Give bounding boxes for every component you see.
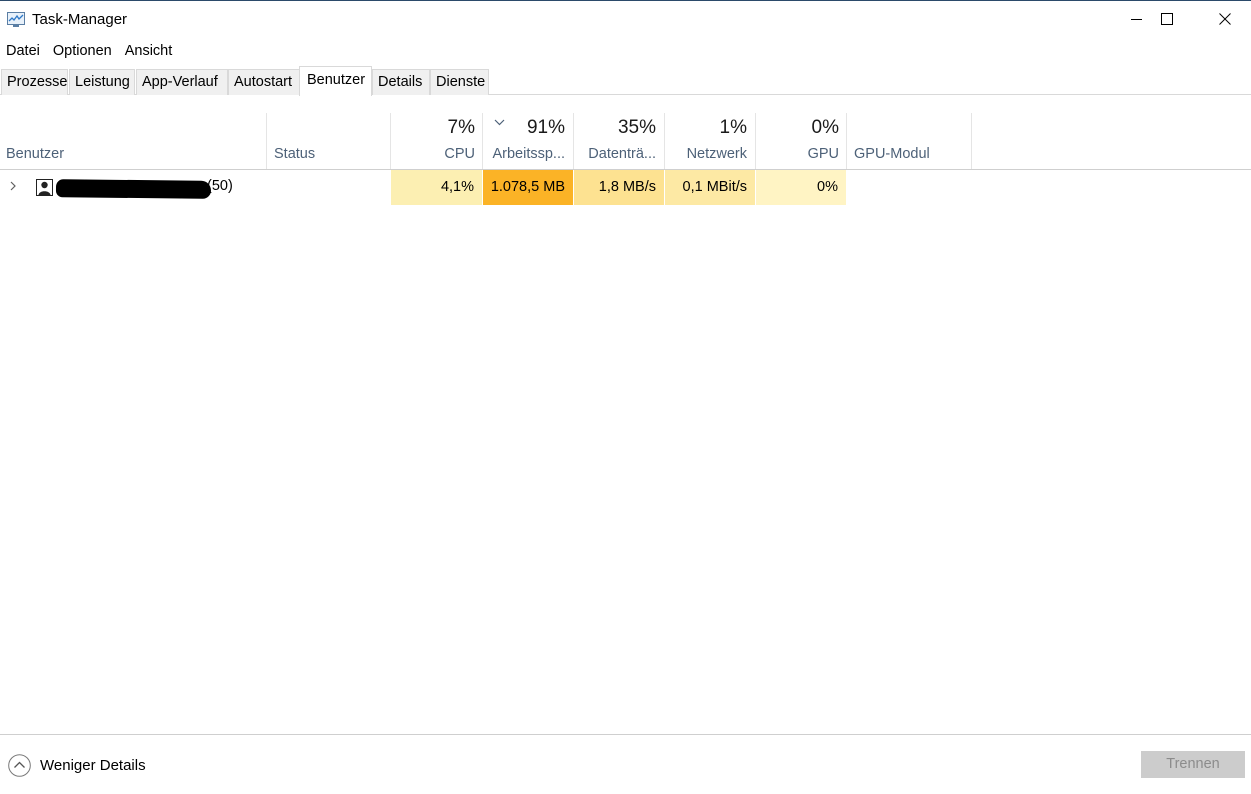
cell-memory: 1.078,5 MB xyxy=(483,170,573,205)
column-separator[interactable] xyxy=(266,113,267,169)
header-cpu[interactable]: CPU xyxy=(444,146,475,162)
menu-bar: Datei Optionen Ansicht xyxy=(0,39,1251,63)
tab-details[interactable]: Details xyxy=(372,69,430,95)
menu-ansicht[interactable]: Ansicht xyxy=(119,39,180,63)
tab-dienste[interactable]: Dienste xyxy=(430,69,489,95)
maximize-icon xyxy=(1161,13,1173,25)
column-separator[interactable] xyxy=(390,113,391,169)
header-memory-percent[interactable]: 91% xyxy=(527,117,565,139)
tab-app-verlauf[interactable]: App-Verlauf xyxy=(136,69,228,95)
task-manager-window: Task-Manager Datei Optionen Ansicht Proz… xyxy=(0,0,1251,794)
cell-disk: 1,8 MB/s xyxy=(574,170,664,205)
window-title: Task-Manager xyxy=(32,11,128,28)
header-memory[interactable]: Arbeitssp... xyxy=(492,146,565,162)
collapse-details-icon[interactable] xyxy=(8,754,31,777)
header-gpu[interactable]: GPU xyxy=(808,146,839,162)
disconnect-button[interactable]: Trennen xyxy=(1141,751,1245,778)
close-icon xyxy=(1219,13,1231,25)
task-manager-app-icon xyxy=(7,12,25,27)
cell-gpu: 0% xyxy=(756,170,846,205)
close-button[interactable] xyxy=(1196,1,1251,37)
header-network[interactable]: Netzwerk xyxy=(687,146,747,162)
maximize-button[interactable] xyxy=(1138,1,1196,37)
column-separator[interactable] xyxy=(971,113,972,169)
footer-bar: Weniger Details Trennen xyxy=(0,734,1251,794)
tab-benutzer[interactable]: Benutzer xyxy=(299,66,372,96)
column-separator[interactable] xyxy=(664,113,665,169)
tab-autostart[interactable]: Autostart xyxy=(228,69,300,95)
column-separator[interactable] xyxy=(482,113,483,169)
header-gpu-engine[interactable]: GPU-Modul xyxy=(854,146,930,162)
header-status[interactable]: Status xyxy=(274,146,315,162)
tab-strip: Prozesse Leistung App-Verlauf Autostart … xyxy=(0,63,1251,96)
tab-prozesse[interactable]: Prozesse xyxy=(1,69,68,95)
column-header: Benutzer Status 7% CPU 91% Arbeitssp... … xyxy=(0,113,1251,170)
column-separator[interactable] xyxy=(846,113,847,169)
menu-optionen[interactable]: Optionen xyxy=(47,39,119,63)
table-row[interactable]: (50) 4,1% 1.078,5 MB 1,8 MB/s 0,1 MBit/s… xyxy=(0,170,1251,205)
header-cpu-percent[interactable]: 7% xyxy=(448,117,475,139)
menu-datei[interactable]: Datei xyxy=(0,39,47,63)
sort-descending-icon xyxy=(494,119,505,126)
user-icon xyxy=(36,179,53,196)
header-benutzer[interactable]: Benutzer xyxy=(6,146,64,162)
cell-network: 0,1 MBit/s xyxy=(665,170,755,205)
header-gpu-percent[interactable]: 0% xyxy=(812,117,839,139)
redaction-mark xyxy=(55,179,212,199)
chevron-right-icon[interactable] xyxy=(9,180,17,192)
header-disk[interactable]: Datenträ... xyxy=(588,146,656,162)
fewer-details-link[interactable]: Weniger Details xyxy=(40,757,146,774)
title-bar[interactable]: Task-Manager xyxy=(0,1,1251,39)
column-separator[interactable] xyxy=(755,113,756,169)
tab-leistung[interactable]: Leistung xyxy=(69,69,135,95)
column-separator[interactable] xyxy=(573,113,574,169)
header-network-percent[interactable]: 1% xyxy=(720,117,747,139)
header-disk-percent[interactable]: 35% xyxy=(618,117,656,139)
cell-cpu: 4,1% xyxy=(391,170,482,205)
